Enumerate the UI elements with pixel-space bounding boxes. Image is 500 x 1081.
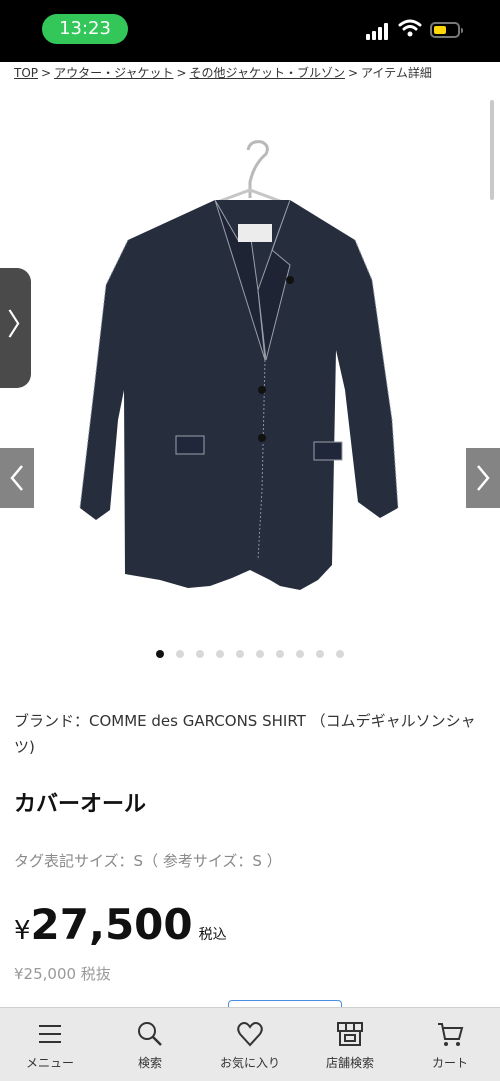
breadcrumb-outer-jacket[interactable]: アウター・ジャケット — [54, 66, 173, 80]
breadcrumb-current: アイテム詳細 — [361, 66, 432, 80]
battery-icon — [430, 22, 463, 38]
gallery-dot[interactable] — [296, 650, 304, 658]
gallery-dot[interactable] — [236, 650, 244, 658]
gallery-dot[interactable] — [336, 650, 344, 658]
nav-favorites-label: お気に入り — [219, 1056, 280, 1070]
nav-menu-label: メニュー — [25, 1056, 74, 1070]
breadcrumb-top[interactable]: TOP — [14, 66, 38, 80]
product-image-jacket — [79, 140, 399, 590]
bottom-navigation: メニュー 検索 お気に入り 店舗検索 カート — [0, 1007, 500, 1081]
product-price: ¥27,500 税込 — [14, 900, 227, 949]
gallery-dot[interactable] — [216, 650, 224, 658]
status-time: 13:23 — [42, 14, 128, 44]
nav-store-search-label: 店舗検索 — [325, 1056, 374, 1070]
breadcrumb-other-jacket[interactable]: その他ジャケット・ブルゾン — [190, 66, 345, 80]
wifi-icon — [398, 19, 422, 37]
breadcrumb-separator: > — [41, 66, 52, 80]
breadcrumb-separator: > — [176, 66, 187, 80]
gallery-prev-button[interactable] — [0, 448, 34, 508]
gallery-dot[interactable] — [276, 650, 284, 658]
gallery-dot[interactable] — [256, 650, 264, 658]
gallery-dot[interactable] — [176, 650, 184, 658]
status-bar: 13:23 — [0, 0, 500, 62]
gallery-dot[interactable] — [316, 650, 324, 658]
nav-search[interactable]: 検索 — [100, 1008, 200, 1081]
nav-store-search[interactable]: 店舗検索 — [300, 1008, 400, 1081]
gallery-dot[interactable] — [156, 650, 164, 658]
nav-menu[interactable]: メニュー — [0, 1008, 100, 1081]
cart-icon — [438, 1023, 464, 1046]
page-scrollbar[interactable] — [490, 100, 494, 200]
heart-icon — [237, 1022, 263, 1047]
gallery-pagination — [0, 650, 500, 660]
store-icon — [337, 1022, 363, 1046]
chevron-right-icon — [477, 465, 490, 491]
price-tax-label: 税込 — [198, 927, 227, 943]
product-size: タグ表記サイズ：S（ 参考サイズ：S ） — [14, 852, 282, 870]
menu-icon — [39, 1025, 61, 1043]
breadcrumb-separator: > — [347, 66, 359, 80]
product-brand: ブランド：COMME des GARCONS SHIRT （コムデギャルソンシャ… — [14, 712, 476, 756]
nav-cart-label: カート — [431, 1056, 468, 1070]
product-title: カバーオール — [14, 792, 147, 817]
gallery-dot[interactable] — [196, 650, 204, 658]
breadcrumb: TOP > アウター・ジャケット > その他ジャケット・ブルゾン > アイテム詳細 — [14, 64, 432, 82]
nav-favorites[interactable]: お気に入り — [200, 1008, 300, 1081]
product-image-gallery[interactable]: 〉 — [0, 90, 500, 630]
cellular-signal-icon — [366, 22, 390, 40]
gallery-next-button[interactable] — [466, 448, 500, 508]
chevron-left-icon — [10, 465, 23, 491]
search-icon — [138, 1022, 162, 1046]
chevron-right-icon: 〉 — [7, 308, 37, 343]
price-excluding-tax: ¥25,000 税抜 — [14, 965, 111, 983]
nav-search-label: 検索 — [137, 1056, 162, 1070]
side-drawer-tab[interactable]: 〉 — [0, 268, 37, 388]
price-amount: 27,500 — [30, 900, 193, 949]
price-currency: ¥ — [14, 916, 31, 946]
nav-cart[interactable]: カート — [400, 1008, 500, 1081]
